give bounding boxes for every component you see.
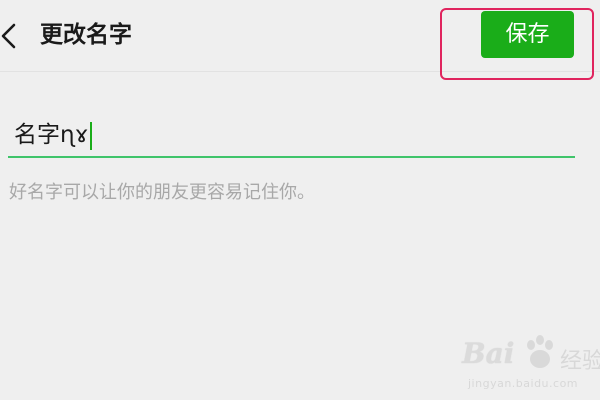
watermark-url: jingyan.baidu.com — [468, 377, 579, 390]
watermark-label: 经验 — [560, 349, 600, 374]
watermark-brand: Bai — [462, 337, 515, 370]
baidu-jingyan-watermark: Bai 经验 jingyan.baidu.com — [462, 333, 600, 397]
chevron-left-icon — [1, 23, 16, 49]
name-input-value[interactable]: 名字ɳɤ — [14, 118, 93, 152]
paw-icon — [527, 335, 553, 368]
name-input[interactable]: 名字ɳɤ — [8, 110, 575, 158]
name-text: 名字ɳɤ — [14, 122, 89, 148]
back-button[interactable] — [0, 22, 24, 50]
hint-text: 好名字可以让你的朋友更容易记住你。 — [9, 182, 315, 203]
page-title: 更改名字 — [40, 22, 132, 48]
annotation-highlight-box — [440, 8, 594, 80]
text-caret — [90, 121, 93, 150]
